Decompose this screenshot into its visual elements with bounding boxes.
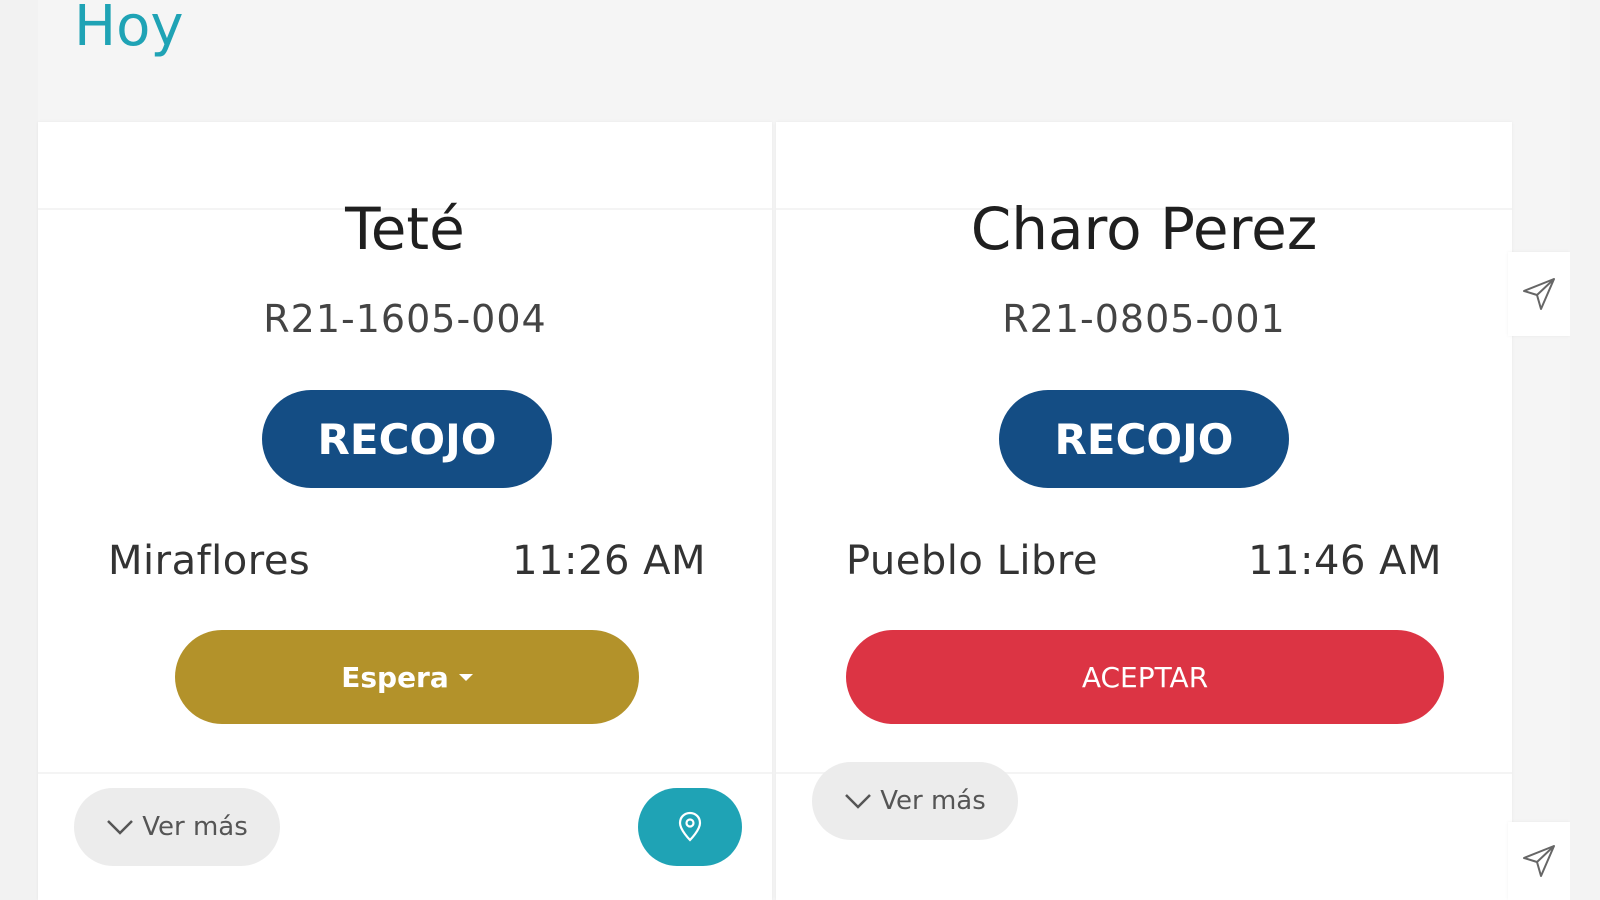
pickup-time: 11:26 AM bbox=[512, 538, 706, 584]
order-code: R21-0805-001 bbox=[1002, 297, 1286, 341]
pickup-time: 11:46 AM bbox=[1248, 538, 1442, 584]
accept-button[interactable]: ACEPTAR bbox=[846, 630, 1444, 724]
see-more-button[interactable]: Ver más bbox=[74, 788, 280, 866]
order-code: R21-1605-004 bbox=[263, 297, 547, 341]
order-type-badge: RECOJO bbox=[999, 390, 1289, 488]
location-button[interactable] bbox=[638, 788, 742, 866]
client-name: Teté bbox=[345, 195, 465, 263]
district: Miraflores bbox=[108, 538, 311, 584]
left-strip bbox=[0, 0, 38, 900]
send-icon bbox=[1523, 845, 1555, 877]
status-dropdown-button[interactable]: Espera bbox=[175, 630, 639, 724]
send-button[interactable] bbox=[1508, 822, 1570, 900]
chevron-down-icon bbox=[107, 820, 134, 835]
order-type-badge: RECOJO bbox=[262, 390, 552, 488]
see-more-label: Ver más bbox=[142, 812, 248, 842]
send-icon bbox=[1523, 278, 1555, 310]
see-more-label: Ver más bbox=[880, 786, 986, 816]
order-card: Charo Perez R21-0805-001 RECOJO Pueblo L… bbox=[776, 122, 1512, 900]
order-card: Teté R21-1605-004 RECOJO Miraflores 11:2… bbox=[38, 122, 772, 900]
caret-down-icon bbox=[458, 673, 473, 681]
map-pin-icon bbox=[678, 811, 702, 842]
send-button[interactable] bbox=[1508, 252, 1570, 336]
status-dropdown-label: Espera bbox=[341, 660, 449, 694]
district: Pueblo Libre bbox=[846, 538, 1099, 584]
see-more-button[interactable]: Ver más bbox=[812, 762, 1018, 840]
page-edge bbox=[1570, 0, 1600, 900]
client-name: Charo Perez bbox=[970, 195, 1318, 263]
day-heading: Hoy bbox=[74, 0, 184, 59]
chevron-down-icon bbox=[845, 794, 872, 809]
